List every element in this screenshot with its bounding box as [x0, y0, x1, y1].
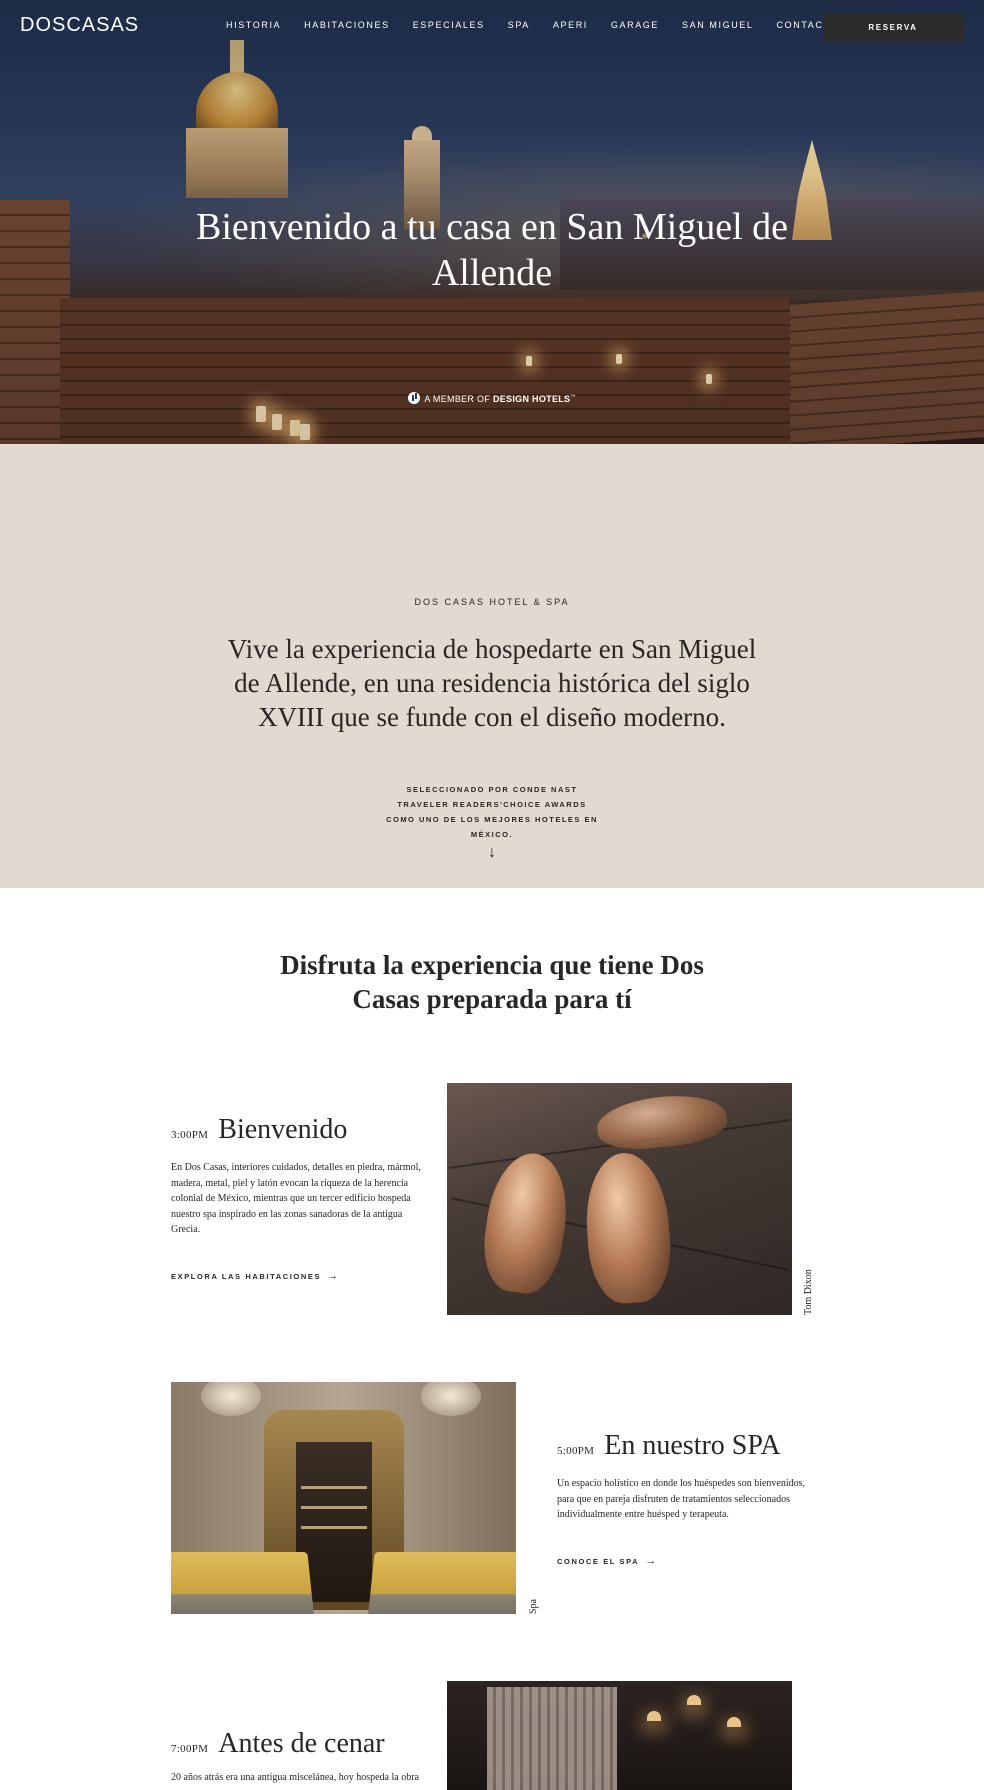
nav-item-habitaciones[interactable]: HABITACIONES [304, 20, 390, 30]
logo[interactable]: DOSCASAS [20, 14, 139, 37]
member-brand: DESIGN HOTELS [492, 394, 571, 404]
experience-item-spa: 5:00PM En nuestro SPA Un espacio holísti… [557, 1430, 815, 1569]
experience-item-dinner: 7:00PM Antes de cenar 20 años atrás era … [171, 1728, 429, 1786]
nav-item-aperi[interactable]: APERI [553, 20, 588, 30]
experience-time: 5:00PM [557, 1445, 595, 1457]
experience-heading: En nuestro SPA [604, 1430, 781, 1461]
member-tm: ™ [570, 394, 576, 400]
experience-item-welcome: 3:00PM Bienvenido En Dos Casas, interior… [171, 1114, 421, 1284]
bar-image [447, 1681, 792, 1790]
experience-heading: Bienvenido [218, 1114, 348, 1145]
spa-bed-right [367, 1552, 516, 1614]
cta-label: CONOCE EL SPA [557, 1556, 640, 1566]
nav-item-spa[interactable]: SPA [508, 20, 530, 30]
experience-header: 3:00PM Bienvenido [171, 1114, 421, 1146]
intro-text: Vive la experiencia de hospedarte en San… [227, 634, 757, 732]
intro-section: DOS CASAS HOTEL & SPA Vive la experienci… [0, 444, 984, 888]
experiences-title: Disfruta la experiencia que tiene Dos Ca… [280, 950, 704, 1014]
image-caption: Spa [528, 1599, 539, 1614]
spa-lamp [201, 1382, 261, 1416]
spa-shelf [301, 1526, 367, 1529]
spa-shelf [301, 1486, 367, 1489]
design-hotels-icon [408, 392, 421, 404]
shoe-back [594, 1090, 730, 1154]
explore-rooms-link[interactable]: EXPLORA LAS HABITACIONES → [171, 1270, 340, 1282]
hero-title: Bienvenido a tu casa en San Miguel de Al… [195, 206, 788, 294]
award-text: SELECCIONADO POR CONDE NAST TRAVELER REA… [386, 785, 598, 839]
arrow-right-icon: → [645, 1554, 658, 1567]
nav-item-especiales[interactable]: ESPECIALES [413, 20, 485, 30]
bar-lamp [647, 1711, 661, 1721]
bar-artwork [487, 1687, 617, 1790]
nav-item-san-miguel[interactable]: SAN MIGUEL [682, 20, 754, 30]
nav-links: HISTORIA HABITACIONES ESPECIALES SPA APE… [226, 20, 862, 30]
experience-header: 5:00PM En nuestro SPA [557, 1430, 815, 1462]
intro-eyebrow: DOS CASAS HOTEL & SPA [414, 597, 570, 607]
image-caption: Tom Dixon [803, 1269, 814, 1315]
design-hotels-badge[interactable]: A MEMBER OF DESIGN HOTELS™ [0, 392, 984, 404]
nav-item-garage[interactable]: GARAGE [611, 20, 659, 30]
main-nav: DOSCASAS HISTORIA HABITACIONES ESPECIALE… [0, 0, 984, 52]
arrow-down-icon[interactable]: ↓ [482, 844, 502, 862]
experience-time: 3:00PM [171, 1129, 209, 1141]
spa-shelf [301, 1506, 367, 1509]
bar-lamp [687, 1695, 701, 1705]
member-prefix: A MEMBER OF [424, 394, 491, 404]
spa-bed-left [171, 1552, 315, 1614]
hero-section: DOSCASAS HISTORIA HABITACIONES ESPECIALE… [0, 0, 984, 444]
arrow-right-icon: → [327, 1269, 340, 1282]
experience-time: 7:00PM [171, 1743, 209, 1755]
experience-header: 7:00PM Antes de cenar [171, 1728, 429, 1760]
cta-label: EXPLORA LAS HABITACIONES [171, 1271, 322, 1281]
experience-description: 20 años atrás era una antigua miscelánea… [171, 1772, 419, 1783]
spa-image [171, 1382, 516, 1614]
shoe-right [581, 1150, 675, 1306]
spa-lamp [421, 1382, 481, 1416]
experience-description: Un espacio holístico en donde los huéspe… [557, 1478, 806, 1520]
experience-description: En Dos Casas, interiores cuidados, detal… [171, 1162, 421, 1235]
nav-item-historia[interactable]: HISTORIA [226, 20, 281, 30]
experience-heading: Antes de cenar [218, 1728, 385, 1759]
shoe-left [477, 1148, 575, 1298]
shoes-image [447, 1083, 792, 1315]
discover-spa-link[interactable]: CONOCE EL SPA → [557, 1555, 658, 1567]
reserve-button[interactable]: RESERVA [823, 14, 963, 41]
bar-lamp [727, 1717, 741, 1727]
